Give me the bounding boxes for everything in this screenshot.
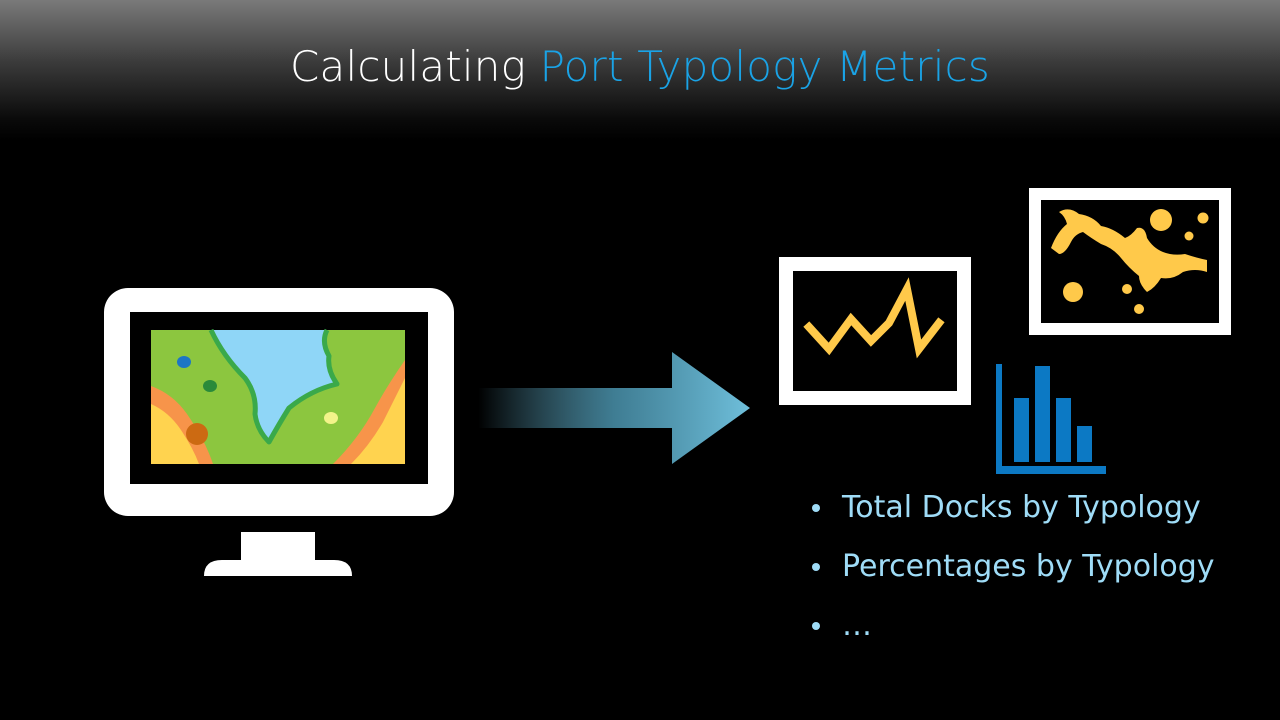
title-accent: Port Typology Metrics: [539, 42, 990, 91]
bullet-dot: [812, 563, 820, 571]
slide: Calculating Port Typology Metrics Total …: [0, 0, 1280, 720]
monitor-map-icon: [104, 288, 454, 576]
bullet-dot: [812, 504, 820, 512]
raster-map-icon: [1029, 188, 1231, 335]
line-chart-icon: [779, 257, 971, 405]
title-lead: Calculating: [290, 42, 527, 91]
slide-title: Calculating Port Typology Metrics: [0, 42, 1280, 91]
bullet-text: Percentages by Typology: [842, 549, 1215, 584]
bullet-text: …: [842, 608, 872, 643]
metrics-bullet-list: Total Docks by Typology Percentages by T…: [810, 484, 1215, 661]
bullet-item: Total Docks by Typology: [810, 484, 1215, 543]
bar-chart-icon: [996, 364, 1106, 474]
right-arrow-icon: [478, 352, 750, 464]
bullet-item: …: [810, 602, 1215, 661]
bullet-item: Percentages by Typology: [810, 543, 1215, 602]
bullet-dot: [812, 622, 820, 630]
bullet-text: Total Docks by Typology: [842, 490, 1201, 525]
